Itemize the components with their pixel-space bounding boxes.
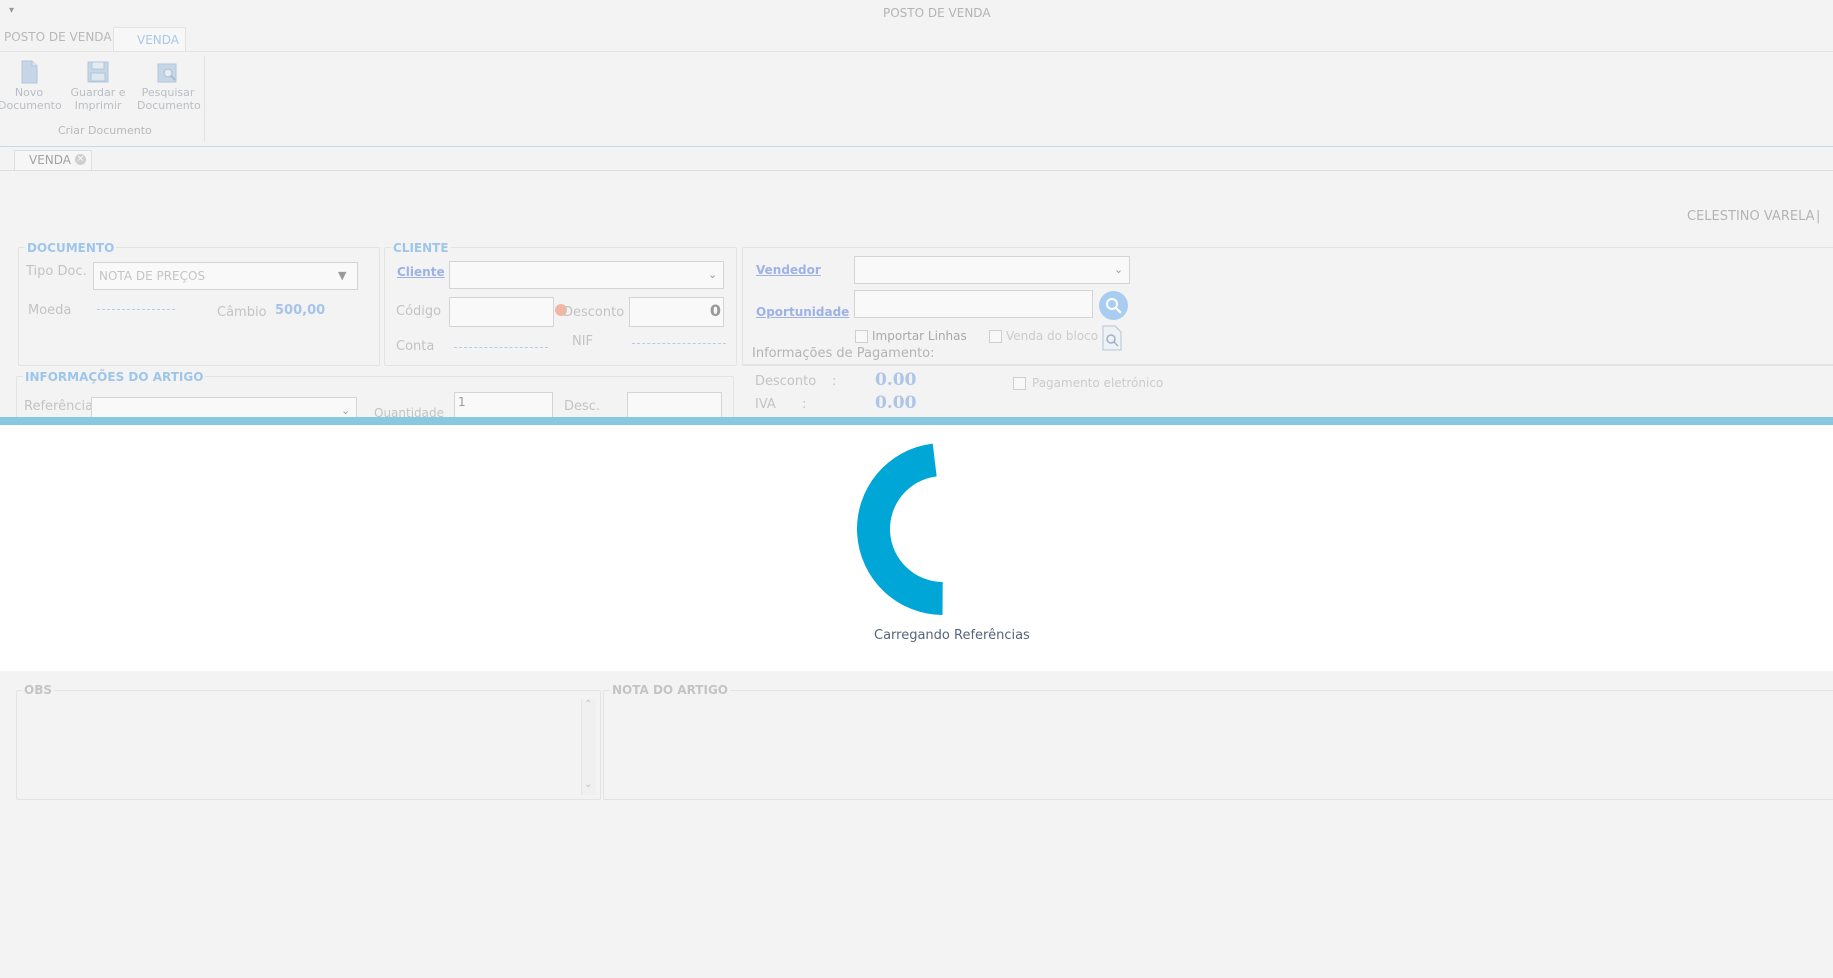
- ribbon-tab-venda[interactable]: VENDA: [113, 27, 186, 52]
- doc-tab-venda[interactable]: VENDA ×: [14, 150, 92, 171]
- cambio-label: Câmbio: [217, 305, 267, 320]
- pagamento-iva-label: IVA: [755, 397, 776, 412]
- window-title: POSTO DE VENDA: [883, 6, 991, 20]
- doc-tab-label: VENDA: [29, 153, 72, 167]
- nota-artigo-group: [603, 690, 1833, 800]
- close-icon[interactable]: ×: [75, 154, 86, 165]
- ribbon-bottom-border: [0, 146, 1833, 147]
- cliente-desconto-value: 0: [709, 301, 721, 320]
- moeda-label: Moeda: [28, 303, 72, 318]
- novo-documento-label2: Documento: [0, 99, 62, 112]
- moeda-value-placeholder: [97, 309, 175, 310]
- nif-value-placeholder: [632, 343, 726, 344]
- documento-title: DOCUMENTO: [25, 241, 117, 255]
- novo-documento-label1: Novo: [14, 86, 44, 99]
- conta-label: Conta: [396, 339, 435, 354]
- user-name: CELESTINO VARELA: [1687, 209, 1815, 224]
- pagamento-eletronico-label: Pagamento eletrónico: [1032, 376, 1164, 390]
- pagamento-eletronico-checkbox[interactable]: [1013, 377, 1026, 390]
- new-document-icon: [21, 60, 38, 84]
- venda-do-bloco-checkbox[interactable]: [989, 330, 1002, 343]
- vendedor-select[interactable]: ⌄: [854, 256, 1130, 284]
- chevron-down-icon: ⌄: [341, 404, 351, 417]
- guardar-imprimir-label2: Imprimir: [74, 99, 122, 112]
- chevron-down-icon: ⌄: [708, 268, 718, 281]
- nif-label: NIF: [572, 334, 594, 349]
- artigo-title: INFORMAÇÕES DO ARTIGO: [23, 370, 206, 384]
- tipo-doc-value: NOTA DE PREÇOS: [99, 269, 206, 283]
- cliente-desconto-label: Desconto: [563, 305, 625, 320]
- quick-access-menu-icon[interactable]: ▾: [9, 5, 14, 16]
- codigo-label: Código: [396, 304, 442, 319]
- pagamento-iva-colon: :: [802, 397, 807, 412]
- pagamento-desconto-value: 0.00: [875, 370, 917, 390]
- guardar-imprimir-button[interactable]: Guardar e Imprimir: [67, 60, 129, 112]
- cliente-desconto-input[interactable]: 0: [629, 297, 724, 327]
- referencia-label: Referência: [24, 399, 94, 414]
- pesquisar-documento-button[interactable]: Pesquisar Documento: [137, 60, 201, 112]
- search-icon: [1106, 298, 1122, 314]
- obs-title: OBS: [22, 683, 54, 697]
- cambio-value: 500,00: [275, 303, 326, 318]
- pagamento-divider: [742, 364, 1833, 365]
- cliente-select[interactable]: ⌄: [449, 261, 724, 289]
- obs-scrollbar[interactable]: ⌃ ⌄: [581, 699, 596, 795]
- title-bar: ▾ POSTO DE VENDA: [0, 0, 1833, 26]
- ribbon-group-separator: [204, 56, 205, 142]
- vendedor-link[interactable]: Vendedor: [756, 263, 821, 277]
- document-search-button[interactable]: [1101, 325, 1123, 351]
- tipo-doc-select[interactable]: NOTA DE PREÇOS ▼: [93, 262, 358, 290]
- loading-text: Carregando Referências: [874, 628, 1030, 643]
- scroll-down-icon[interactable]: ⌄: [584, 779, 592, 790]
- novo-documento-button[interactable]: Novo Documento: [0, 60, 62, 112]
- pagamento-title: Informações de Pagamento:: [752, 346, 935, 361]
- scroll-up-icon[interactable]: ⌃: [584, 699, 592, 710]
- search-button[interactable]: [1099, 291, 1128, 320]
- chevron-down-icon: ⌄: [1114, 263, 1124, 276]
- obs-group: [16, 690, 601, 800]
- cliente-title: CLIENTE: [391, 241, 451, 255]
- quantidade-value: 1: [458, 395, 466, 409]
- ribbon-tab-posto-de-venda[interactable]: POSTO DE VENDA: [4, 30, 112, 44]
- codigo-input[interactable]: [449, 297, 554, 327]
- pesquisar-documento-label2: Documento: [137, 99, 201, 112]
- cliente-link[interactable]: Cliente: [397, 265, 445, 279]
- loading-spinner-icon: [856, 443, 943, 615]
- oportunidade-link[interactable]: Oportunidade: [756, 305, 849, 319]
- ribbon-tab-venda-label: VENDA: [137, 33, 180, 47]
- pesquisar-documento-label1: Pesquisar: [141, 86, 195, 99]
- tipo-doc-label: Tipo Doc.: [26, 264, 87, 279]
- doc-tab-border: [0, 170, 1833, 171]
- user-separator: |: [1816, 209, 1821, 224]
- nota-artigo-title: NOTA DO ARTIGO: [610, 683, 730, 697]
- pagamento-desconto-label: Desconto: [755, 374, 817, 389]
- document-search-icon: [1102, 325, 1122, 351]
- guardar-imprimir-label1: Guardar e: [70, 86, 126, 99]
- search-document-icon: [157, 63, 177, 83]
- pagamento-iva-value: 0.00: [875, 393, 917, 413]
- save-print-icon: [87, 61, 109, 83]
- loading-overlay: Carregando Referências: [0, 417, 1833, 671]
- conta-value-placeholder: [454, 347, 548, 348]
- importar-linhas-checkbox[interactable]: [855, 330, 868, 343]
- pagamento-desconto-colon: :: [832, 374, 837, 389]
- chevron-down-icon: ▼: [338, 269, 347, 282]
- oportunidade-input[interactable]: [854, 290, 1093, 318]
- desc-label: Desc.: [564, 399, 601, 414]
- importar-linhas-label: Importar Linhas: [872, 329, 967, 343]
- venda-do-bloco-label: Venda do bloco: [1006, 329, 1099, 343]
- ribbon-divider: [0, 51, 1833, 52]
- ribbon-group-label: Criar Documento: [58, 124, 152, 137]
